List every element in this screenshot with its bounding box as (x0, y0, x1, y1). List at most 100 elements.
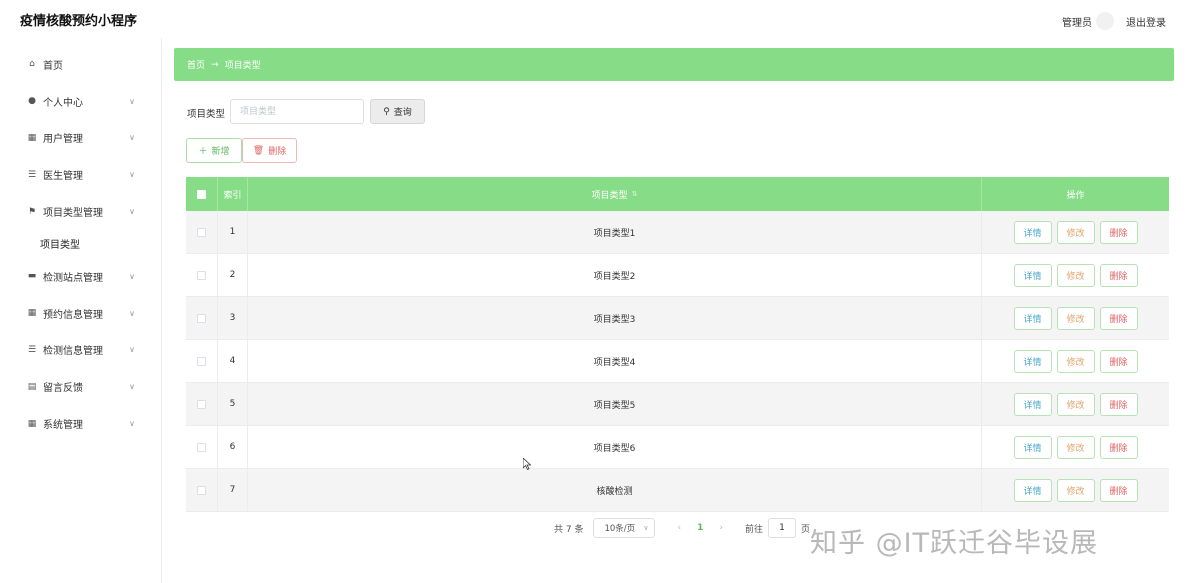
page-size-value: 10条/页 (604, 524, 636, 534)
home-icon: ⌂ (29, 59, 35, 70)
sidebar-item-feedback[interactable]: ▤ 留言反馈 ∨ (0, 368, 161, 405)
chat-icon: ▬ (27, 271, 37, 282)
delete-button[interactable]: 删除 (1099, 435, 1138, 459)
edit-button[interactable]: 修改 (1056, 263, 1095, 287)
chevron-down-icon: ∨ (129, 419, 135, 429)
row-type: 核酸检测 (248, 469, 982, 511)
batch-delete-button[interactable]: 🗑 删除 (242, 138, 297, 163)
page-number-current[interactable]: 1 (697, 523, 703, 533)
row-index: 4 (218, 340, 248, 382)
page-suffix: 页 (800, 524, 810, 535)
logout-link[interactable]: 退出登录 (1126, 14, 1166, 29)
row-actions: 详情 修改 删除 (982, 211, 1169, 253)
delete-button[interactable]: 删除 (1099, 306, 1138, 330)
delete-button[interactable]: 删除 (1099, 349, 1138, 373)
app-title: 疫情核酸预约小程序 (20, 14, 138, 29)
message-icon: ▤ (27, 381, 37, 392)
breadcrumb-home[interactable]: 首页 (187, 58, 205, 71)
watermark: 知乎 @IT跃迁谷毕设展 (810, 528, 1099, 559)
sidebar-item-test-site-management[interactable]: ▬ 检测站点管理 ∨ (0, 258, 161, 295)
sidebar-item-user-management[interactable]: ▦ 用户管理 ∨ (0, 120, 161, 157)
edit-button[interactable]: 修改 (1056, 435, 1095, 459)
goto-page-input[interactable] (767, 518, 796, 538)
sidebar-item-project-type-management[interactable]: ⚑ 项目类型管理 ∨ (0, 193, 161, 230)
top-right-area: 管理员 退出登录 (1062, 12, 1166, 30)
delete-button[interactable]: 删除 (1099, 220, 1138, 244)
edit-button[interactable]: 修改 (1056, 306, 1095, 330)
detail-button[interactable]: 详情 (1013, 435, 1052, 459)
row-checkbox[interactable] (197, 442, 206, 452)
sidebar-item-personal-center[interactable]: ● 个人中心 ∨ (0, 83, 161, 120)
detail-button[interactable]: 详情 (1013, 392, 1052, 416)
row-index: 2 (218, 254, 248, 296)
sort-icon[interactable]: ⇅ (632, 190, 638, 198)
row-checkbox-cell (186, 297, 218, 339)
header-operation: 操作 (1066, 190, 1085, 201)
breadcrumb-current: 项目类型 (224, 61, 261, 71)
page-size-select[interactable]: 10条/页 ∨ (593, 518, 656, 538)
sidebar-item-system-management[interactable]: ▦ 系统管理 ∨ (0, 405, 161, 442)
flag-icon: ⚑ (27, 206, 37, 217)
sidebar-item-label: 用户管理 (43, 134, 83, 146)
sidebar-item-label: 首页 (43, 60, 63, 72)
row-type: 项目类型6 (248, 426, 982, 468)
header-type-label: 项目类型 (591, 190, 628, 201)
row-actions: 详情 修改 删除 (982, 297, 1169, 339)
sidebar-subitem-project-type[interactable]: 项目类型 (0, 230, 161, 258)
edit-button[interactable]: 修改 (1056, 478, 1095, 502)
chevron-down-icon: ∨ (643, 524, 649, 532)
delete-button[interactable]: 删除 (1099, 392, 1138, 416)
sidebar-item-label: 预约信息管理 (43, 309, 103, 321)
sidebar-item-label: 留言反馈 (43, 383, 83, 395)
row-checkbox-cell (186, 340, 218, 382)
query-button[interactable]: ⚲ 查询 (370, 99, 425, 124)
row-actions: 详情 修改 删除 (982, 254, 1169, 296)
row-checkbox[interactable] (197, 313, 206, 323)
add-button[interactable]: ＋ 新增 (186, 138, 242, 163)
delete-button[interactable]: 删除 (1099, 478, 1138, 502)
row-checkbox[interactable] (197, 227, 206, 237)
sidebar-item-booking-management[interactable]: ▦ 预约信息管理 ∨ (0, 295, 161, 332)
apps-icon: ▦ (27, 418, 37, 429)
edit-button[interactable]: 修改 (1056, 220, 1095, 244)
user-role-label: 管理员 (1062, 17, 1092, 29)
prev-page-icon[interactable]: ‹ (677, 523, 681, 533)
sidebar-item-home[interactable]: ⌂ 首页 (0, 46, 161, 83)
grid-icon: ▦ (27, 308, 37, 319)
chevron-down-icon: ∨ (129, 96, 135, 106)
project-type-search-input[interactable] (230, 99, 364, 124)
table-body: 1 项目类型1 详情 修改 删除 2 项目类型2 详情 修改 删除 3 项目类型… (186, 211, 1169, 512)
detail-button[interactable]: 详情 (1013, 306, 1052, 330)
edit-button[interactable]: 修改 (1056, 349, 1095, 373)
row-checkbox[interactable] (197, 399, 206, 409)
row-actions: 详情 修改 删除 (982, 469, 1169, 511)
row-checkbox-cell (186, 383, 218, 425)
table-row: 5 项目类型5 详情 修改 删除 (186, 383, 1169, 426)
sidebar-item-test-info-management[interactable]: ☰ 检测信息管理 ∨ (0, 332, 161, 369)
chevron-down-icon: ∨ (129, 345, 135, 355)
next-page-icon[interactable]: › (719, 523, 723, 533)
row-checkbox[interactable] (197, 485, 206, 495)
sidebar: ⌂ 首页 ● 个人中心 ∨ ▦ 用户管理 ∨ ☰ 医生管理 ∨ ⚑ 项目类型管理… (0, 38, 162, 583)
row-actions: 详情 修改 删除 (982, 383, 1169, 425)
header-type[interactable]: 项目类型 ⇅ (248, 177, 982, 211)
delete-button[interactable]: 删除 (1099, 263, 1138, 287)
trash-icon: 🗑 (252, 145, 265, 156)
row-checkbox[interactable] (197, 356, 206, 366)
sidebar-item-label: 检测信息管理 (43, 346, 103, 358)
row-type: 项目类型4 (248, 340, 982, 382)
row-checkbox[interactable] (197, 270, 206, 280)
main-content: 首页 → 项目类型 项目类型 ⚲ 查询 ＋ 新增 🗑 删除 索引 项目类型 ⇅ … (162, 38, 1200, 583)
detail-button[interactable]: 详情 (1013, 349, 1052, 373)
filter-label: 项目类型 (187, 109, 226, 120)
select-all-checkbox[interactable] (197, 189, 206, 199)
detail-button[interactable]: 详情 (1013, 478, 1052, 502)
avatar[interactable] (1096, 12, 1114, 30)
row-checkbox-cell (186, 211, 218, 253)
edit-button[interactable]: 修改 (1056, 392, 1095, 416)
detail-button[interactable]: 详情 (1013, 220, 1052, 244)
sidebar-item-doctor-management[interactable]: ☰ 医生管理 ∨ (0, 156, 161, 193)
detail-button[interactable]: 详情 (1013, 263, 1052, 287)
sidebar-item-label: 项目类型管理 (43, 208, 103, 220)
chevron-down-icon: ∨ (129, 271, 135, 281)
